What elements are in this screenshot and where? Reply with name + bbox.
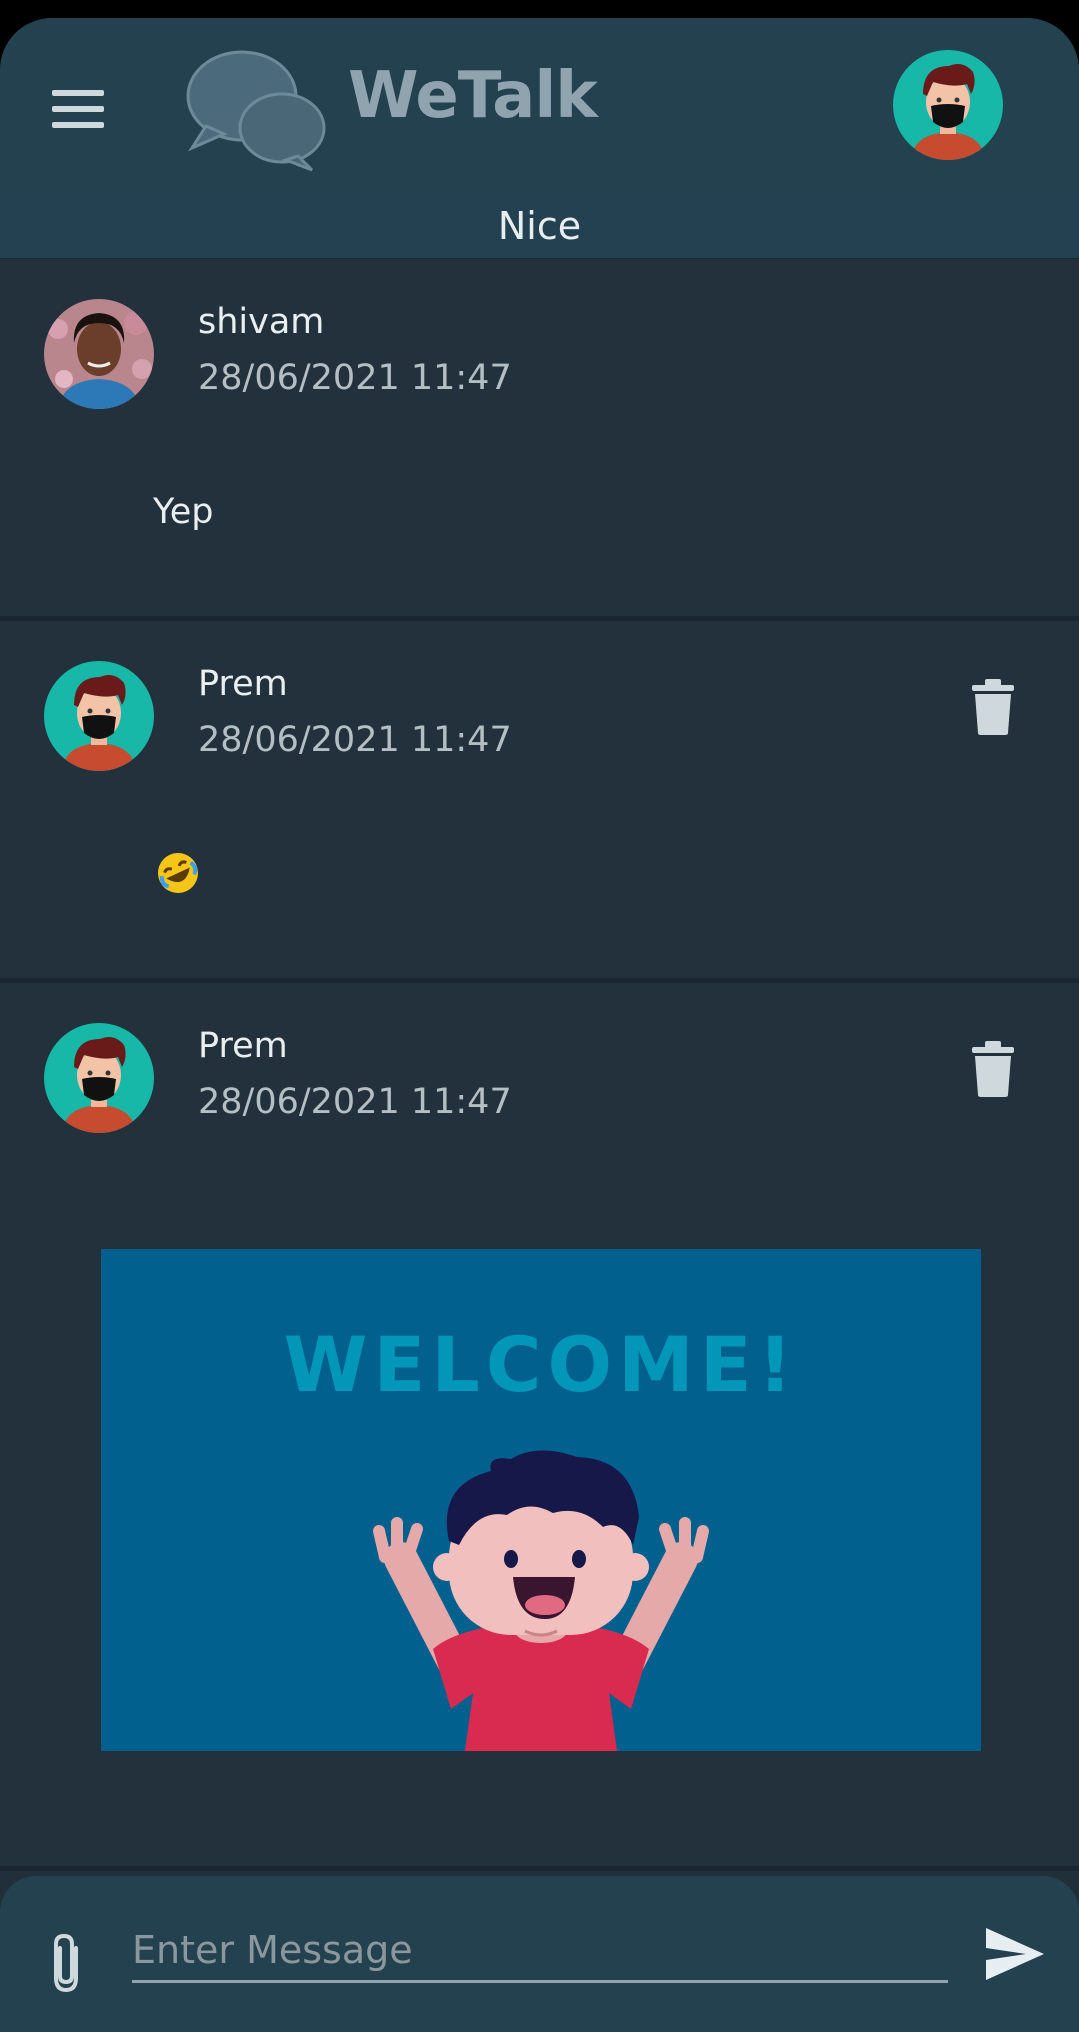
- sender-name: Prem: [198, 1026, 288, 1066]
- profile-avatar[interactable]: [893, 50, 1003, 160]
- app-bar: WeTalk: [0, 18, 1079, 194]
- sender-avatar: [44, 299, 154, 409]
- message-text: Yep: [153, 492, 214, 532]
- sender-avatar: [44, 661, 154, 771]
- menu-button[interactable]: [52, 90, 104, 128]
- message-timestamp: 28/06/2021 11:47: [198, 358, 512, 398]
- sender-name: Prem: [198, 664, 288, 704]
- menu-icon-line: [52, 90, 104, 96]
- image-attachment[interactable]: WELCOME!: [101, 1249, 981, 1751]
- trash-icon[interactable]: [970, 679, 1016, 735]
- welcome-image-text: WELCOME!: [283, 1320, 799, 1409]
- message-input[interactable]: [132, 1920, 948, 1983]
- welcome-boy-illustration: [373, 1450, 709, 1751]
- message-card: shivam 28/06/2021 11:47 Yep: [0, 259, 1079, 621]
- message-card: Prem 28/06/2021 11:47 WELCOME!: [0, 983, 1079, 1871]
- room-name: Nice: [0, 194, 1079, 259]
- chat-bubbles-icon: [186, 50, 326, 172]
- message-timestamp: 28/06/2021 11:47: [198, 720, 512, 760]
- chat-screen: WeTalk Nice shivam 28/06/2021 11:47 Yep …: [0, 18, 1079, 2032]
- send-icon[interactable]: [984, 1926, 1046, 1982]
- message-composer: [0, 1876, 1079, 2032]
- menu-icon-line: [52, 122, 104, 128]
- paperclip-icon[interactable]: [44, 1930, 88, 1994]
- message-timestamp: 28/06/2021 11:47: [198, 1082, 512, 1122]
- app-title: WeTalk: [348, 59, 598, 133]
- laughing-emoji: [158, 853, 198, 893]
- sender-name: shivam: [198, 302, 325, 342]
- message-card: Prem 28/06/2021 11:47: [0, 621, 1079, 983]
- sender-avatar: [44, 1023, 154, 1133]
- trash-icon[interactable]: [970, 1041, 1016, 1097]
- menu-icon-line: [52, 106, 104, 112]
